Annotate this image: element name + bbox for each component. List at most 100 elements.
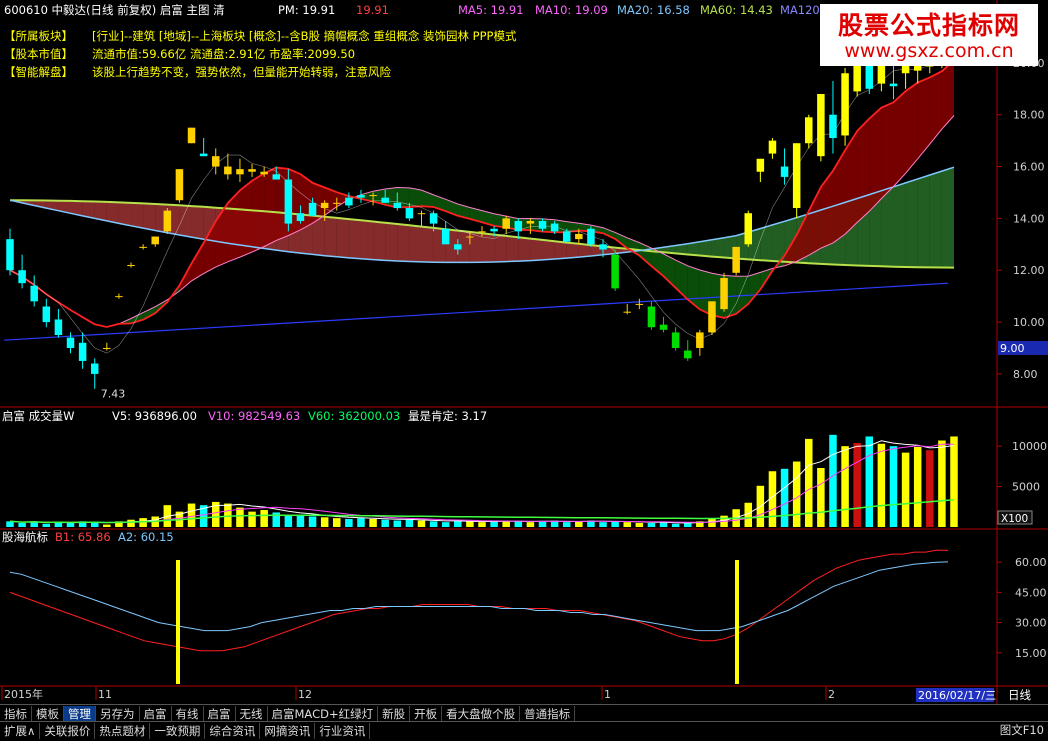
candle-body — [115, 296, 123, 298]
ma-band-segment — [748, 272, 761, 304]
ma10-label: MA10: 19.09 — [535, 3, 608, 17]
trend-band-segment — [566, 242, 579, 259]
volume-bar — [526, 522, 535, 527]
volume-bar — [441, 522, 450, 527]
trend-band-segment — [397, 224, 410, 262]
v5-label: V5: 936896.00 — [112, 409, 197, 423]
indicator-tick-label: 15.00 — [1015, 647, 1047, 660]
volume-bar — [296, 515, 305, 527]
toolbar-item[interactable]: 看大盘做个股 — [442, 705, 521, 722]
toolbar-item[interactable]: 无线 — [236, 705, 268, 722]
trend-band-segment — [385, 222, 398, 261]
volume-unit-label: X100 — [1001, 513, 1028, 525]
candle-body — [90, 363, 99, 374]
info-tab[interactable]: 一致预期 — [150, 722, 206, 739]
f10-button[interactable]: 图文F10 — [1000, 722, 1044, 738]
volume-bar — [792, 461, 801, 527]
indicator-tick-label: 60.00 — [1015, 556, 1047, 569]
toolbar-item[interactable]: 新股 — [378, 705, 411, 722]
candle-body — [696, 332, 704, 348]
ma20-label: MA20: 16.58 — [617, 3, 690, 17]
trend-band-segment — [409, 225, 422, 262]
candle-body — [466, 236, 474, 238]
volume-tick-label: 5000 — [1012, 481, 1040, 494]
candle-body — [66, 337, 75, 348]
volume-bar — [671, 523, 680, 527]
volume-bar — [611, 521, 619, 527]
pm-value: 19.91 — [356, 3, 389, 17]
stock-chart-window: 20.0018.0016.0014.0012.0010.008.009.007.… — [0, 0, 1048, 741]
toolbar-item[interactable]: 模板 — [32, 705, 64, 722]
volume-bar — [817, 467, 825, 527]
candle-body — [478, 231, 486, 233]
toolbar-item[interactable]: 普通指标 — [520, 705, 576, 722]
info-sector-text: [行业]--建筑 [地域]--上海板块 [概念]--含B股 摘帽概念 重组概念 … — [92, 29, 517, 43]
price-tick-label: 16.00 — [1013, 161, 1045, 174]
date-label: 1 — [604, 688, 611, 701]
candle-body — [562, 231, 571, 242]
trend-band-segment — [118, 202, 132, 226]
candle-body — [441, 228, 450, 245]
candle-body — [635, 303, 644, 305]
trend-band-segment — [929, 171, 942, 268]
volume-bar — [865, 436, 874, 527]
candle-body — [236, 169, 244, 175]
toolbar-item[interactable]: 启富MACD+红绿灯 — [268, 705, 379, 722]
volume-bar — [708, 518, 716, 527]
trend-band-segment — [360, 220, 374, 260]
info-tab[interactable]: 热点题材 — [95, 722, 151, 739]
watermark-logo: 股票公式指标网 www.gsxz.com.cn — [820, 4, 1038, 66]
toolbar-item[interactable]: 有线 — [172, 705, 204, 722]
toolbar-item[interactable]: 管理 — [64, 705, 96, 722]
ma-band-segment — [252, 173, 265, 253]
candle-body — [792, 143, 801, 209]
main-chart[interactable]: 20.0018.0016.0014.0012.0010.008.009.007.… — [0, 0, 1048, 704]
candle-body — [78, 342, 87, 361]
volume-bar — [901, 452, 910, 527]
volume-bar — [853, 442, 861, 527]
ma-band-segment — [905, 82, 918, 174]
candle-body — [817, 93, 825, 157]
price-tick-label: 8.00 — [1013, 368, 1038, 381]
candle-body — [103, 347, 111, 349]
candle-body — [780, 166, 789, 177]
info-tab[interactable]: 扩展∧ — [0, 722, 41, 739]
info-tab[interactable]: 关联报价 — [40, 722, 96, 739]
toolbar-item[interactable]: 另存为 — [96, 705, 140, 722]
ma-band-segment — [929, 71, 942, 145]
trend-band-segment — [336, 217, 349, 258]
info-tab[interactable]: 行业资讯 — [315, 722, 371, 739]
trend-band-segment — [506, 235, 519, 262]
volume-bar — [575, 521, 583, 527]
toolbar-item[interactable]: 启富 — [140, 705, 172, 722]
trend-band-segment — [131, 202, 144, 229]
volume-bar — [647, 522, 656, 527]
volume-bar — [913, 446, 922, 527]
volume-bar — [490, 521, 498, 527]
watermark-url: www.gsxz.com.cn — [844, 40, 1014, 62]
ma-band-segment — [639, 242, 652, 267]
candle-body — [199, 153, 208, 157]
candle-body — [248, 169, 256, 172]
info-tab[interactable]: 网摘资讯 — [260, 722, 316, 739]
candle-body — [599, 244, 607, 250]
info-tab[interactable]: 综合资讯 — [205, 722, 261, 739]
ma-band-segment — [857, 118, 870, 223]
volume-bar — [333, 518, 341, 527]
ma60-label: MA60: 14.43 — [700, 3, 773, 17]
candle-body — [514, 220, 523, 232]
candle-body — [683, 350, 692, 359]
candle-body — [732, 246, 740, 273]
toolbar-item[interactable]: 开板 — [410, 705, 443, 722]
trend-band-segment — [94, 201, 107, 221]
info-capital-text: 流通市值:59.66亿 流通盘:2.91亿 市盈率:2099.50 — [92, 47, 355, 61]
volume-ratio-label: 量是肯定: 3.17 — [408, 409, 487, 423]
candle-body — [889, 83, 898, 87]
volume-bar — [938, 440, 946, 527]
volume-bar — [599, 522, 607, 527]
toolbar-item[interactable]: 启富 — [204, 705, 236, 722]
trend-band-segment — [143, 203, 156, 231]
volume-bar — [308, 516, 317, 527]
toolbar-item[interactable]: 指标 — [0, 705, 32, 722]
volume-bar — [127, 519, 135, 527]
